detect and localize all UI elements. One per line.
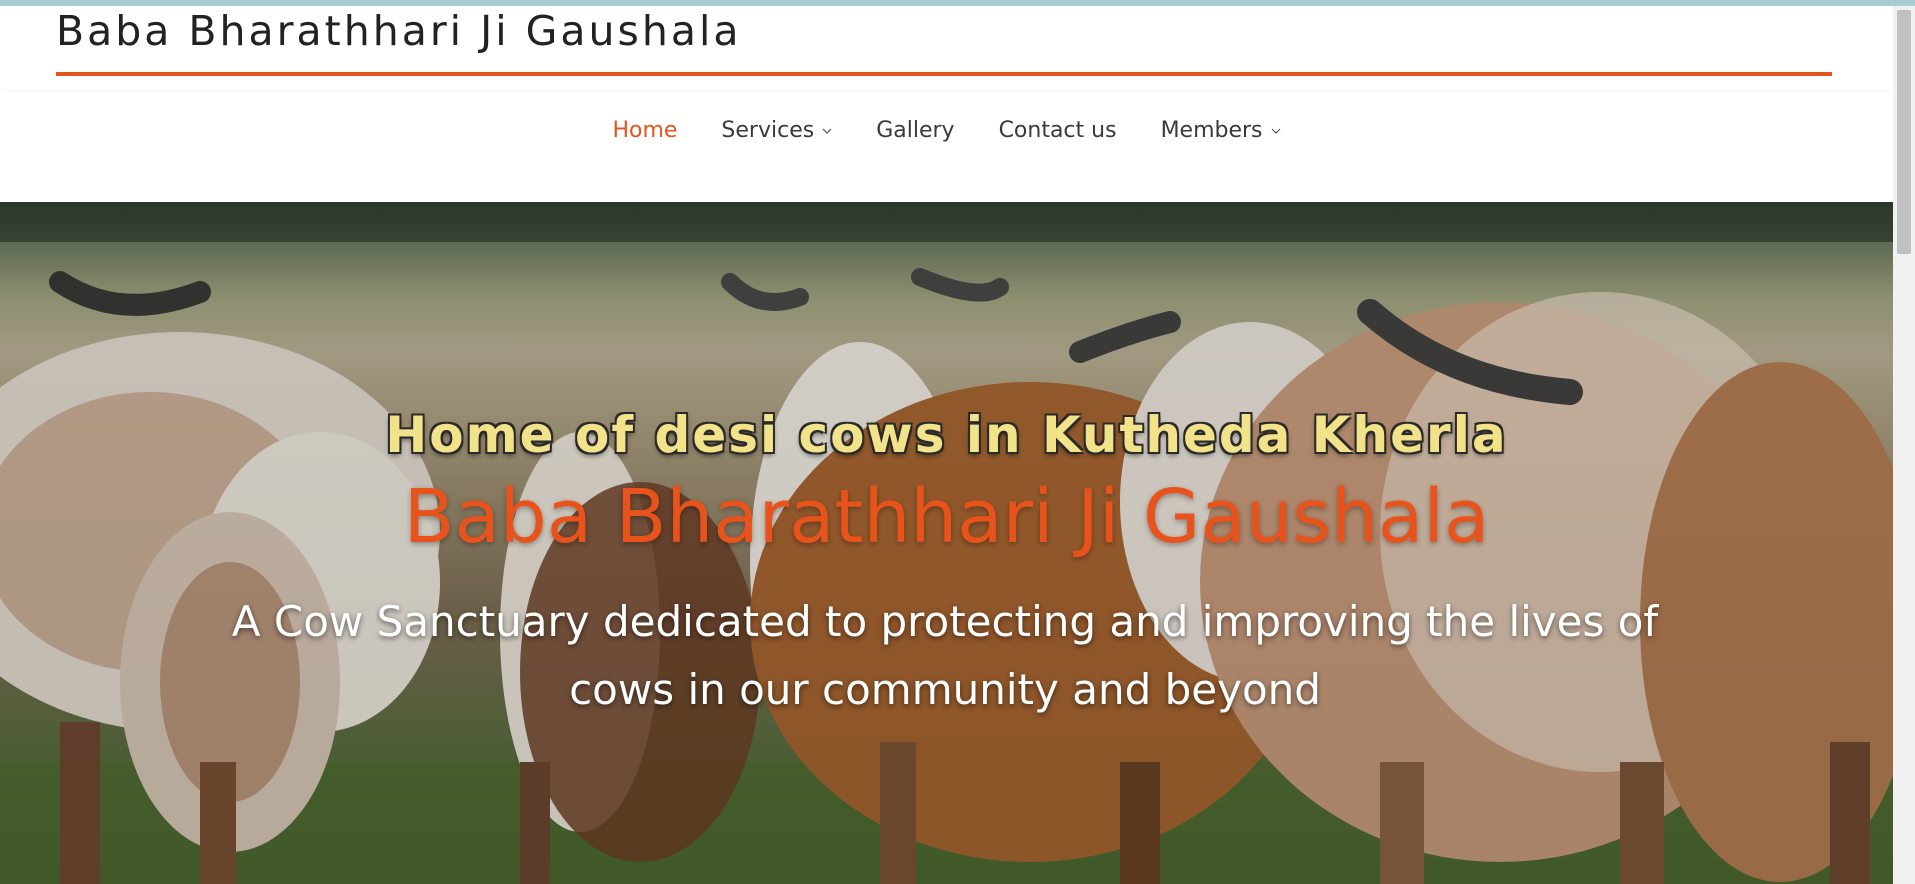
hero-banner: Home of desi cows in Kutheda Kherla Baba… [0,202,1893,884]
nav-item-contact[interactable]: Contact us [977,110,1139,151]
nav-item-members[interactable]: Members [1139,110,1303,151]
hero-subtitle: A Cow Sanctuary dedicated to protecting … [231,597,1659,714]
chevron-down-icon [822,128,832,134]
nav-item-label: Home [612,118,678,143]
hero-text: Home of desi cows in Kutheda Kherla Baba… [0,202,1893,884]
main-navigation: Home Services Gallery Contact us Members [0,92,1893,202]
nav-item-label: Gallery [876,118,955,143]
nav-item-label: Services [721,118,815,143]
title-underline [56,72,1832,76]
hero-title: Baba Bharathhari Ji Gaushala [403,474,1490,560]
site-header: Baba Bharathhari Ji Gaushala [0,6,1893,92]
chevron-down-icon [1271,128,1280,134]
hero-kicker: Home of desi cows in Kutheda Kherla [385,406,1508,464]
nav-list: Home Services Gallery Contact us Members [0,110,1893,151]
site-title[interactable]: Baba Bharathhari Ji Gaushala [56,6,742,56]
nav-item-label: Contact us [998,118,1117,143]
page-scrollbar[interactable] [1893,6,1915,884]
nav-item-gallery[interactable]: Gallery [854,110,976,151]
nav-item-label: Members [1160,118,1263,143]
scrollbar-thumb[interactable] [1897,10,1911,254]
nav-item-services[interactable]: Services [699,110,854,151]
nav-item-home[interactable]: Home [590,110,699,151]
